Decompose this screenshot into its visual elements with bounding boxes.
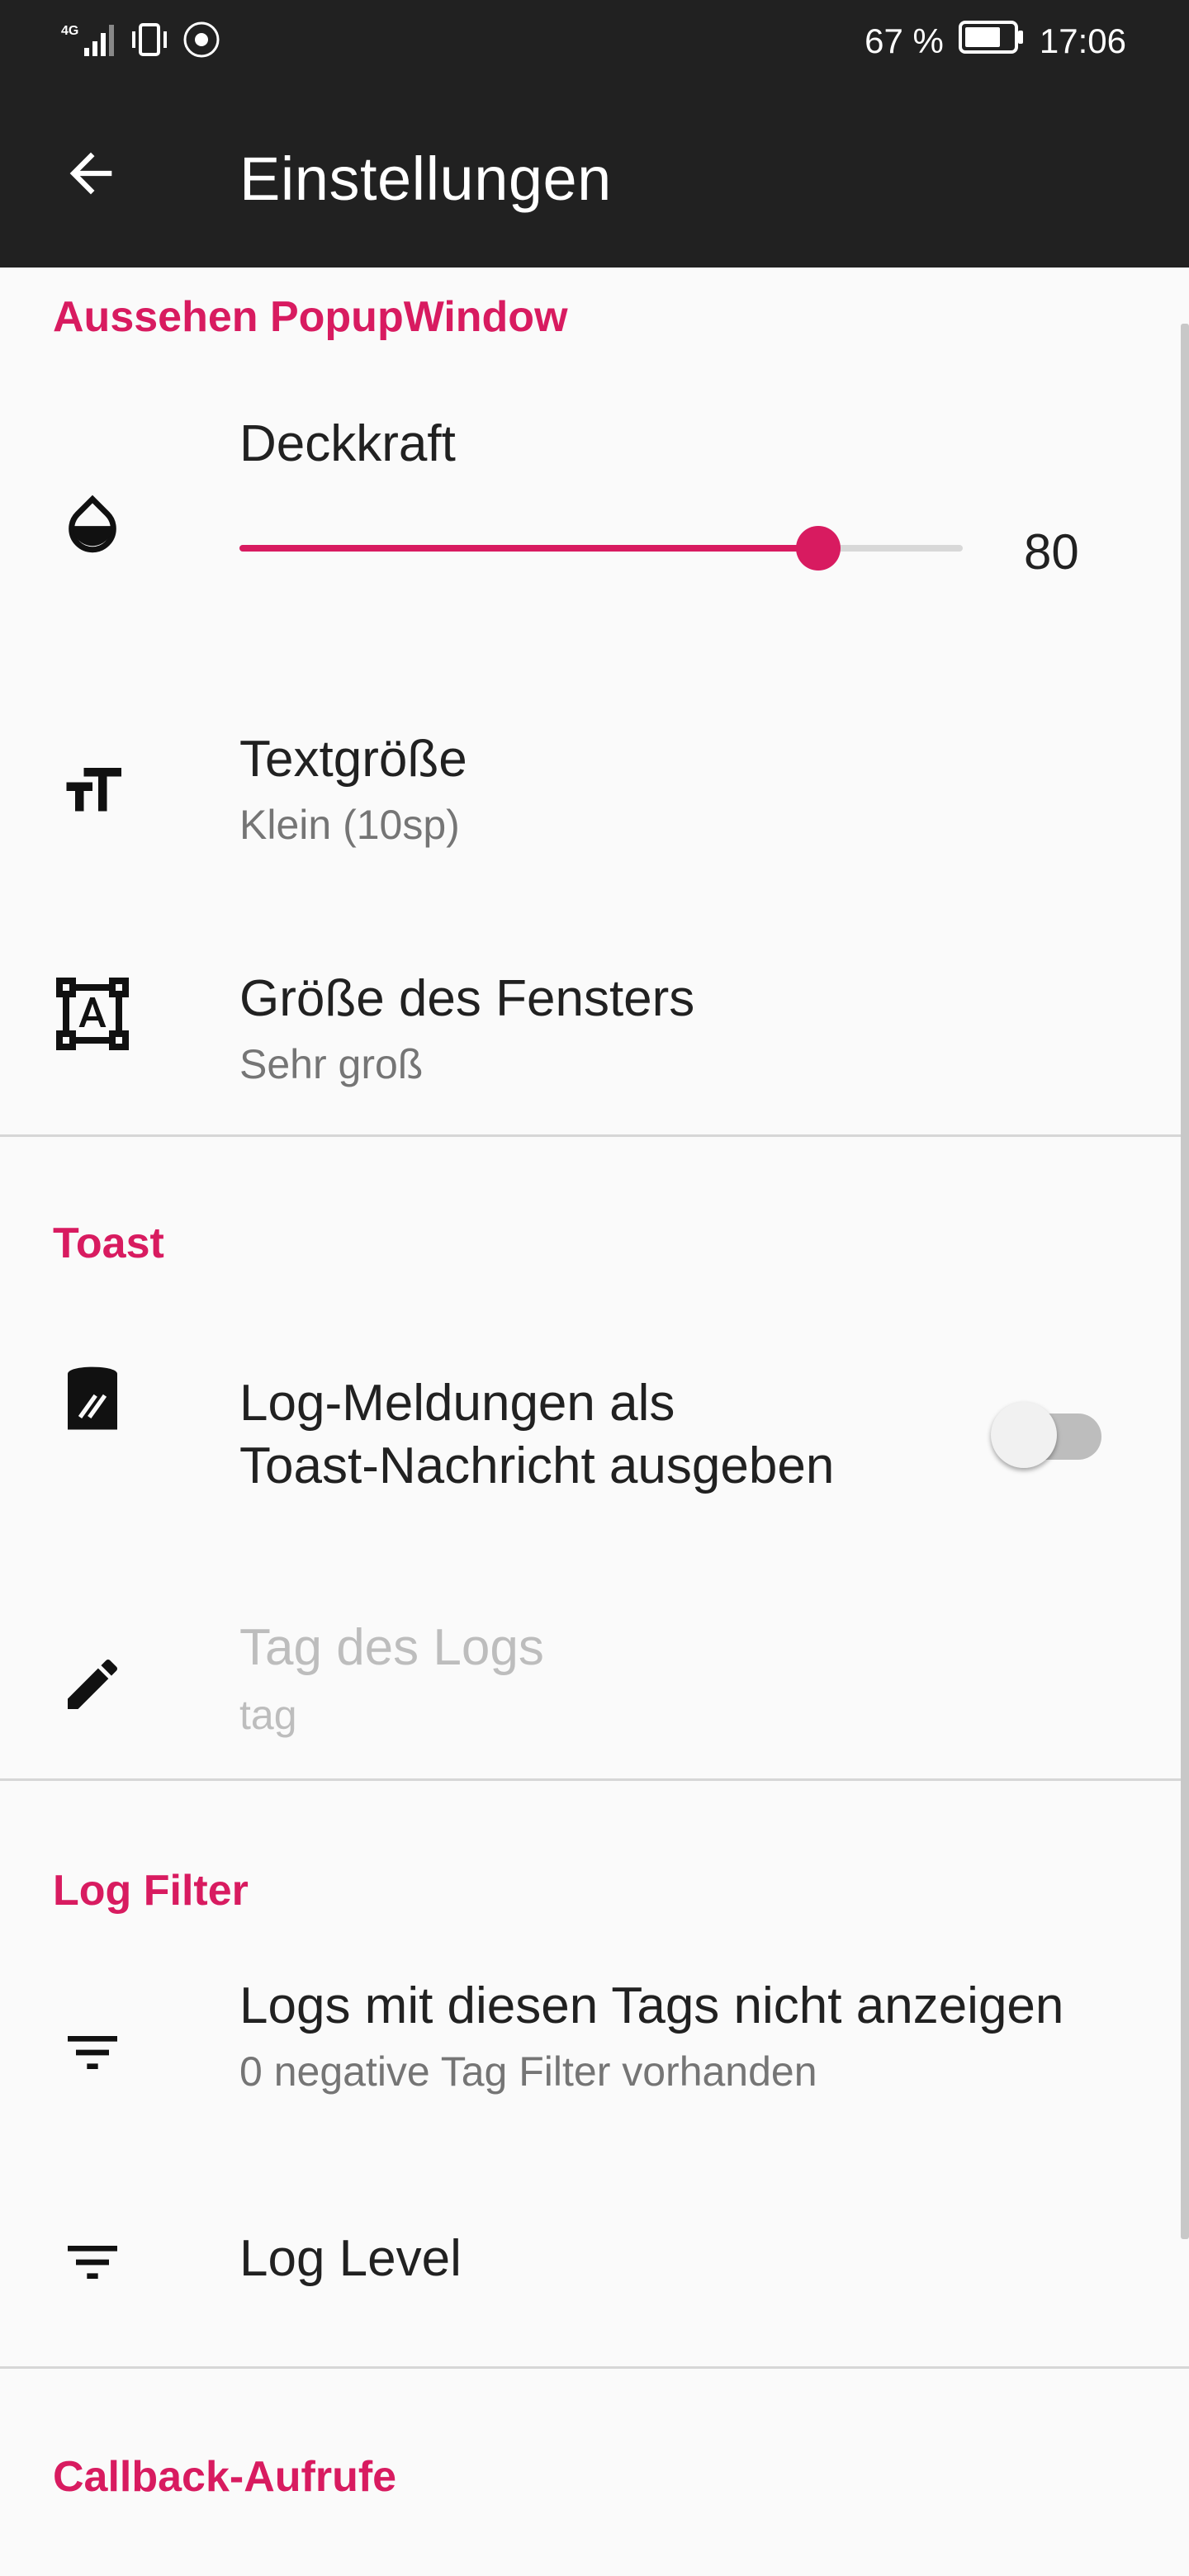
section-header-callbacks: Callback-Aufrufe: [53, 2453, 397, 2501]
switch-thumb: [991, 1402, 1057, 1468]
pencil-icon: [51, 1643, 134, 1726]
back-button[interactable]: [50, 134, 132, 216]
pref-hide-tags-summary: 0 negative Tag Filter vorhanden: [239, 2048, 817, 2095]
pref-log-level[interactable]: Log Level: [0, 2183, 1189, 2348]
section-header-log-filter: Log Filter: [53, 1867, 249, 1915]
text-size-icon: [51, 750, 134, 832]
section-header-toast: Toast: [53, 1219, 164, 1267]
opacity-slider-fill: [239, 545, 818, 552]
pref-text-size-summary: Klein (10sp): [239, 802, 460, 848]
filter-icon: [51, 2221, 134, 2304]
vibrate-icon: [129, 20, 170, 64]
clock: 17:06: [1039, 21, 1126, 60]
app-bar: Einstellungen: [0, 83, 1189, 268]
pref-log-toast-title-line2: Toast-Nachricht ausgeben: [239, 1437, 835, 1494]
pref-log-toast[interactable]: Log-Meldungen als Toast-Nachricht ausgeb…: [0, 1300, 1189, 1506]
pref-text-size[interactable]: Textgröße Klein (10sp): [0, 697, 1189, 895]
battery-icon: [958, 19, 1025, 64]
pref-log-tag[interactable]: Tag des Logs tag: [0, 1589, 1189, 1795]
format-shapes-icon: [51, 973, 134, 1055]
network-type-label: 4G: [61, 24, 78, 38]
opacity-drop-icon: [51, 482, 134, 565]
scrollbar[interactable]: [1181, 324, 1189, 2239]
opacity-value: 80: [1024, 524, 1079, 580]
log-toast-switch[interactable]: [991, 1397, 1106, 1468]
app-notification-icon: [182, 20, 221, 64]
pref-log-level-title: Log Level: [239, 2230, 462, 2287]
pref-window-size[interactable]: Größe des Fensters Sehr groß: [0, 936, 1189, 1134]
toast-icon: [51, 1357, 134, 1440]
pref-log-tag-title: Tag des Logs: [239, 1619, 544, 1676]
pref-hide-tags-title: Logs mit diesen Tags nicht anzeigen: [239, 1977, 1064, 2034]
pref-window-size-summary: Sehr groß: [239, 1041, 424, 1087]
section-divider: [0, 2366, 1189, 2369]
pref-opacity-title: Deckkraft: [239, 415, 456, 472]
status-icons-left: 4G: [59, 18, 221, 64]
pref-log-tag-summary: tag: [239, 1692, 297, 1738]
section-divider: [0, 1778, 1189, 1781]
status-bar: 4G 67 % 17:06: [0, 0, 1189, 83]
section-header-popup: Aussehen PopupWindow: [53, 293, 568, 341]
filter-icon: [51, 2011, 134, 2094]
pref-opacity[interactable]: Deckkraft 80: [0, 375, 1189, 623]
signal-icon: 4G: [59, 20, 117, 64]
opacity-slider-thumb[interactable]: [795, 526, 841, 571]
arrow-back-icon: [59, 142, 122, 209]
battery-percent: 67 %: [865, 21, 944, 60]
page-title: Einstellungen: [239, 144, 612, 213]
pref-text-size-title: Textgröße: [239, 731, 467, 788]
pref-hide-tags[interactable]: Logs mit diesen Tags nicht anzeigen 0 ne…: [0, 1944, 1189, 2142]
section-divider: [0, 1134, 1189, 1137]
opacity-slider[interactable]: [239, 526, 963, 571]
pref-log-toast-title: Log-Meldungen als Toast-Nachricht ausgeb…: [239, 1372, 834, 1498]
status-icons-right: 67 % 17:06: [865, 18, 1126, 64]
pref-log-toast-title-line1: Log-Meldungen als: [239, 1375, 675, 1432]
pref-window-size-title: Größe des Fensters: [239, 970, 695, 1027]
settings-list[interactable]: Aussehen PopupWindow Deckkraft 80 Textgr…: [0, 268, 1189, 2576]
